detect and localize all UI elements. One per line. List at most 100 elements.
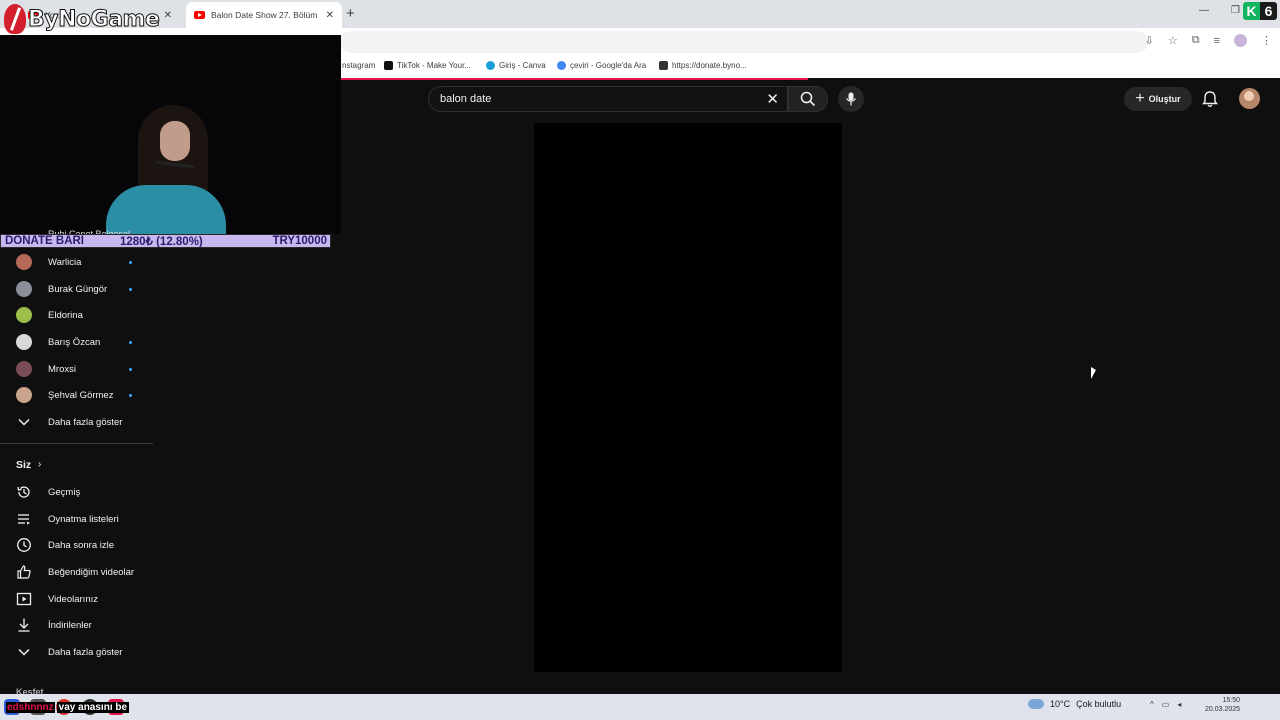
bookmark-label: https://donate.byno... — [672, 61, 747, 70]
new-tab-icon[interactable]: + — [346, 5, 355, 22]
streamer-face — [160, 121, 190, 161]
canva-icon — [486, 61, 495, 70]
sidebar-subscription-eldorina[interactable]: Eldorina — [0, 302, 150, 328]
browser-tab-active[interactable]: Balon Date Show 27. Bölüm - Y ✕ — [186, 2, 342, 28]
bookmark-canva[interactable]: Giriş - Canva — [486, 61, 546, 70]
sidebar-item-label: İndirilenler — [48, 619, 92, 631]
bynogame-logo: ByNoGame — [4, 2, 160, 36]
youtube-favicon-icon — [194, 11, 205, 19]
chevron-up-icon[interactable]: ^ — [1150, 700, 1154, 709]
shorts-video-player[interactable] — [534, 123, 842, 672]
channel-avatar — [16, 334, 32, 350]
bynogame-logo-icon — [4, 4, 26, 34]
downloads-icon — [16, 617, 32, 633]
new-content-dot — [129, 367, 132, 371]
notifications-bell-icon[interactable] — [1200, 89, 1220, 109]
google-icon — [557, 61, 566, 70]
donate-site-icon — [659, 61, 668, 70]
clock-time: 15:50 — [1222, 697, 1241, 704]
sidebar-item-your-videos[interactable]: Videolarınız — [0, 586, 150, 612]
restore-icon[interactable]: ❐ — [1231, 5, 1240, 16]
liked-videos-icon — [16, 564, 32, 580]
donate-progress: 1280₺ (12.80%) — [120, 236, 203, 248]
subscription-label: Şehval Görmez — [48, 389, 114, 401]
sidebar-item-liked-videos[interactable]: Beğendiğim videolar — [0, 559, 150, 585]
browser-menu-icon[interactable]: ⋮ — [1261, 34, 1272, 47]
sidebar-item-label: Videolarınız — [48, 593, 98, 605]
new-content-dot — [129, 287, 132, 291]
taskbar-clock[interactable]: 15:50 20.03.2025 — [1205, 696, 1240, 714]
history-icon — [16, 484, 32, 500]
extensions-icon[interactable]: ⧉ — [1192, 34, 1200, 47]
search-button[interactable] — [788, 86, 828, 112]
subscription-label: Warlicia — [48, 256, 82, 268]
volume-icon[interactable]: ◂ — [1177, 700, 1181, 709]
sidebar-item-watch-later[interactable]: Daha sonra izle — [0, 532, 150, 558]
sidebar-subscription-burak-gungor[interactable]: Burak Güngör — [0, 276, 150, 302]
show-more-label: Daha fazla göster — [48, 416, 123, 428]
toolbar-icons: ⇩ ☆ ⧉ ≡ ⋮ — [1145, 34, 1272, 47]
install-app-icon[interactable]: ⇩ — [1145, 34, 1154, 47]
subscription-label: Burak Güngör — [48, 283, 108, 295]
media-queue-icon[interactable]: ≡ — [1214, 35, 1220, 47]
page-load-progress — [340, 78, 808, 80]
system-tray: ^ ▭ ◂ — [1150, 700, 1181, 709]
profile-avatar[interactable] — [1234, 34, 1247, 47]
bookmark-tiktok[interactable]: TikTok - Make Your... — [384, 61, 471, 70]
playlists-icon — [16, 511, 32, 527]
sidebar-item-history[interactable]: Geçmiş — [0, 479, 150, 505]
plus-icon: + — [1135, 90, 1145, 107]
chat-username: edshnnnz — [6, 702, 55, 713]
chevron-right-icon[interactable]: › — [38, 459, 41, 470]
six-logo-icon: 6 — [1260, 2, 1277, 20]
chat-text: vay anasını be — [56, 702, 130, 713]
you-section-title[interactable]: Siz — [16, 459, 31, 471]
clear-search-icon[interactable]: ✕ — [766, 90, 779, 108]
sidebar-subscription-mroxsi[interactable]: Mroxsi — [0, 356, 150, 382]
create-button[interactable]: + Oluştur — [1124, 87, 1192, 111]
microphone-icon — [846, 92, 856, 106]
tab-title: Balon Date Show 27. Bölüm - Y — [211, 10, 320, 20]
bookmark-label: Giriş - Canva — [499, 61, 546, 70]
chevron-down-icon — [16, 644, 32, 660]
donate-label: DONATE BARI — [5, 235, 85, 247]
cloud-icon — [1028, 699, 1044, 709]
sidebar-item-downloads[interactable]: İndirilenler — [0, 612, 150, 638]
sidebar-subscription-baris-ozcan[interactable]: Barış Özcan — [0, 329, 150, 355]
sidebar-subscription-sehval-gormez[interactable]: Şehval Görmez — [0, 382, 150, 408]
sidebar-item-label: Beğendiğim videolar — [48, 566, 135, 578]
sidebar-show-more-you[interactable]: Daha fazla göster — [0, 639, 150, 665]
search-box[interactable]: balon date ✕ — [428, 86, 788, 112]
sidebar-subscription-warlicia[interactable]: Warlicia — [0, 249, 150, 275]
donate-progress-bar: DONATE BARI 1280₺ (12.80%) TRY10000 — [0, 234, 331, 248]
network-icon[interactable]: ▭ — [1162, 700, 1170, 709]
subscription-label: Mroxsi — [48, 363, 76, 375]
search-input[interactable]: balon date — [440, 93, 491, 105]
tiktok-icon — [384, 61, 393, 70]
sidebar-show-more-subscriptions[interactable]: Daha fazla göster — [0, 409, 150, 435]
new-content-dot — [129, 393, 132, 397]
bookmark-label: çeviri - Google'da Ara — [570, 61, 647, 70]
channel-avatar — [16, 387, 32, 403]
logo-text: ByNoGame — [27, 6, 160, 32]
address-bar[interactable] — [340, 31, 1148, 53]
weather-desc: Çok bulutlu — [1076, 699, 1122, 709]
streamer-webcam — [0, 35, 341, 234]
bookmark-star-icon[interactable]: ☆ — [1168, 34, 1178, 47]
weather-temp: 10°C — [1050, 699, 1071, 709]
minimize-icon[interactable]: — — [1199, 5, 1209, 16]
sidebar-item-label: Daha sonra izle — [48, 539, 115, 551]
subscription-label: Barış Özcan — [48, 336, 101, 348]
bookmark-donate[interactable]: https://donate.byno... — [659, 61, 747, 70]
sidebar-item-playlists[interactable]: Oynatma listeleri — [0, 506, 150, 532]
bookmark-label: TikTok - Make Your... — [397, 61, 471, 70]
weather-widget[interactable]: 10°C Çok bulutlu — [1028, 699, 1121, 709]
account-avatar[interactable] — [1239, 88, 1260, 109]
voice-search-button[interactable] — [838, 86, 864, 112]
subscription-label: Eldorina — [48, 309, 83, 321]
bookmark-google[interactable]: çeviri - Google'da Ara — [557, 61, 646, 70]
channel-avatar — [16, 307, 32, 323]
tab-close-icon[interactable]: ✕ — [164, 10, 172, 21]
bookmark-instagram[interactable]: nstagram — [342, 61, 375, 70]
tab-close-icon[interactable]: ✕ — [326, 10, 334, 21]
